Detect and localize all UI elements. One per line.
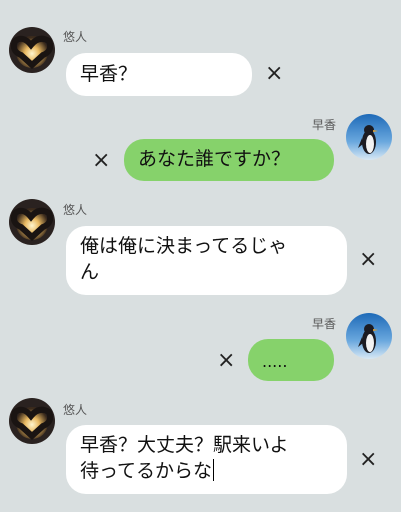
close-icon[interactable]: ×: [92, 150, 110, 172]
message-bubble[interactable]: 早香？: [66, 53, 252, 96]
avatar-hands-heart[interactable]: [9, 27, 55, 73]
message-text-line: 俺は俺に決まってるじゃ: [80, 235, 288, 257]
message-text-line-with-cursor: 待ってるからな: [80, 458, 333, 484]
message-bubble[interactable]: 俺は俺に決まってるじゃ ん: [66, 226, 347, 295]
text-cursor: [213, 459, 215, 481]
avatar-hands-heart[interactable]: [9, 398, 55, 444]
avatar-penguin[interactable]: [346, 114, 392, 160]
avatar-hands-heart[interactable]: [9, 199, 55, 245]
sender-name: 悠人: [63, 403, 88, 417]
sender-name: 悠人: [63, 30, 88, 44]
message-text: 早香？: [80, 63, 138, 85]
message-text: .....: [262, 352, 288, 371]
message-text-line: 早香？大丈夫？駅来いよ: [80, 434, 289, 456]
message-bubble[interactable]: .....: [248, 339, 334, 381]
message-text-line: 待ってるからな: [80, 460, 213, 482]
close-icon[interactable]: ×: [217, 350, 235, 372]
message-bubble[interactable]: 早香？大丈夫？駅来いよ 待ってるからな: [66, 425, 347, 494]
close-icon[interactable]: ×: [265, 63, 283, 85]
message-text-line: ん: [80, 261, 100, 283]
chat-screen: { "messages": [ {"side": "left", "sender…: [0, 0, 401, 512]
avatar-penguin[interactable]: [346, 313, 392, 359]
close-icon[interactable]: ×: [359, 249, 377, 271]
sender-name: 悠人: [63, 203, 88, 217]
message-text: あなた誰ですか？: [138, 148, 291, 170]
close-icon[interactable]: ×: [359, 449, 377, 471]
sender-name: 早香: [312, 118, 337, 132]
sender-name: 早香: [312, 317, 337, 331]
message-bubble[interactable]: あなた誰ですか？: [124, 139, 334, 181]
